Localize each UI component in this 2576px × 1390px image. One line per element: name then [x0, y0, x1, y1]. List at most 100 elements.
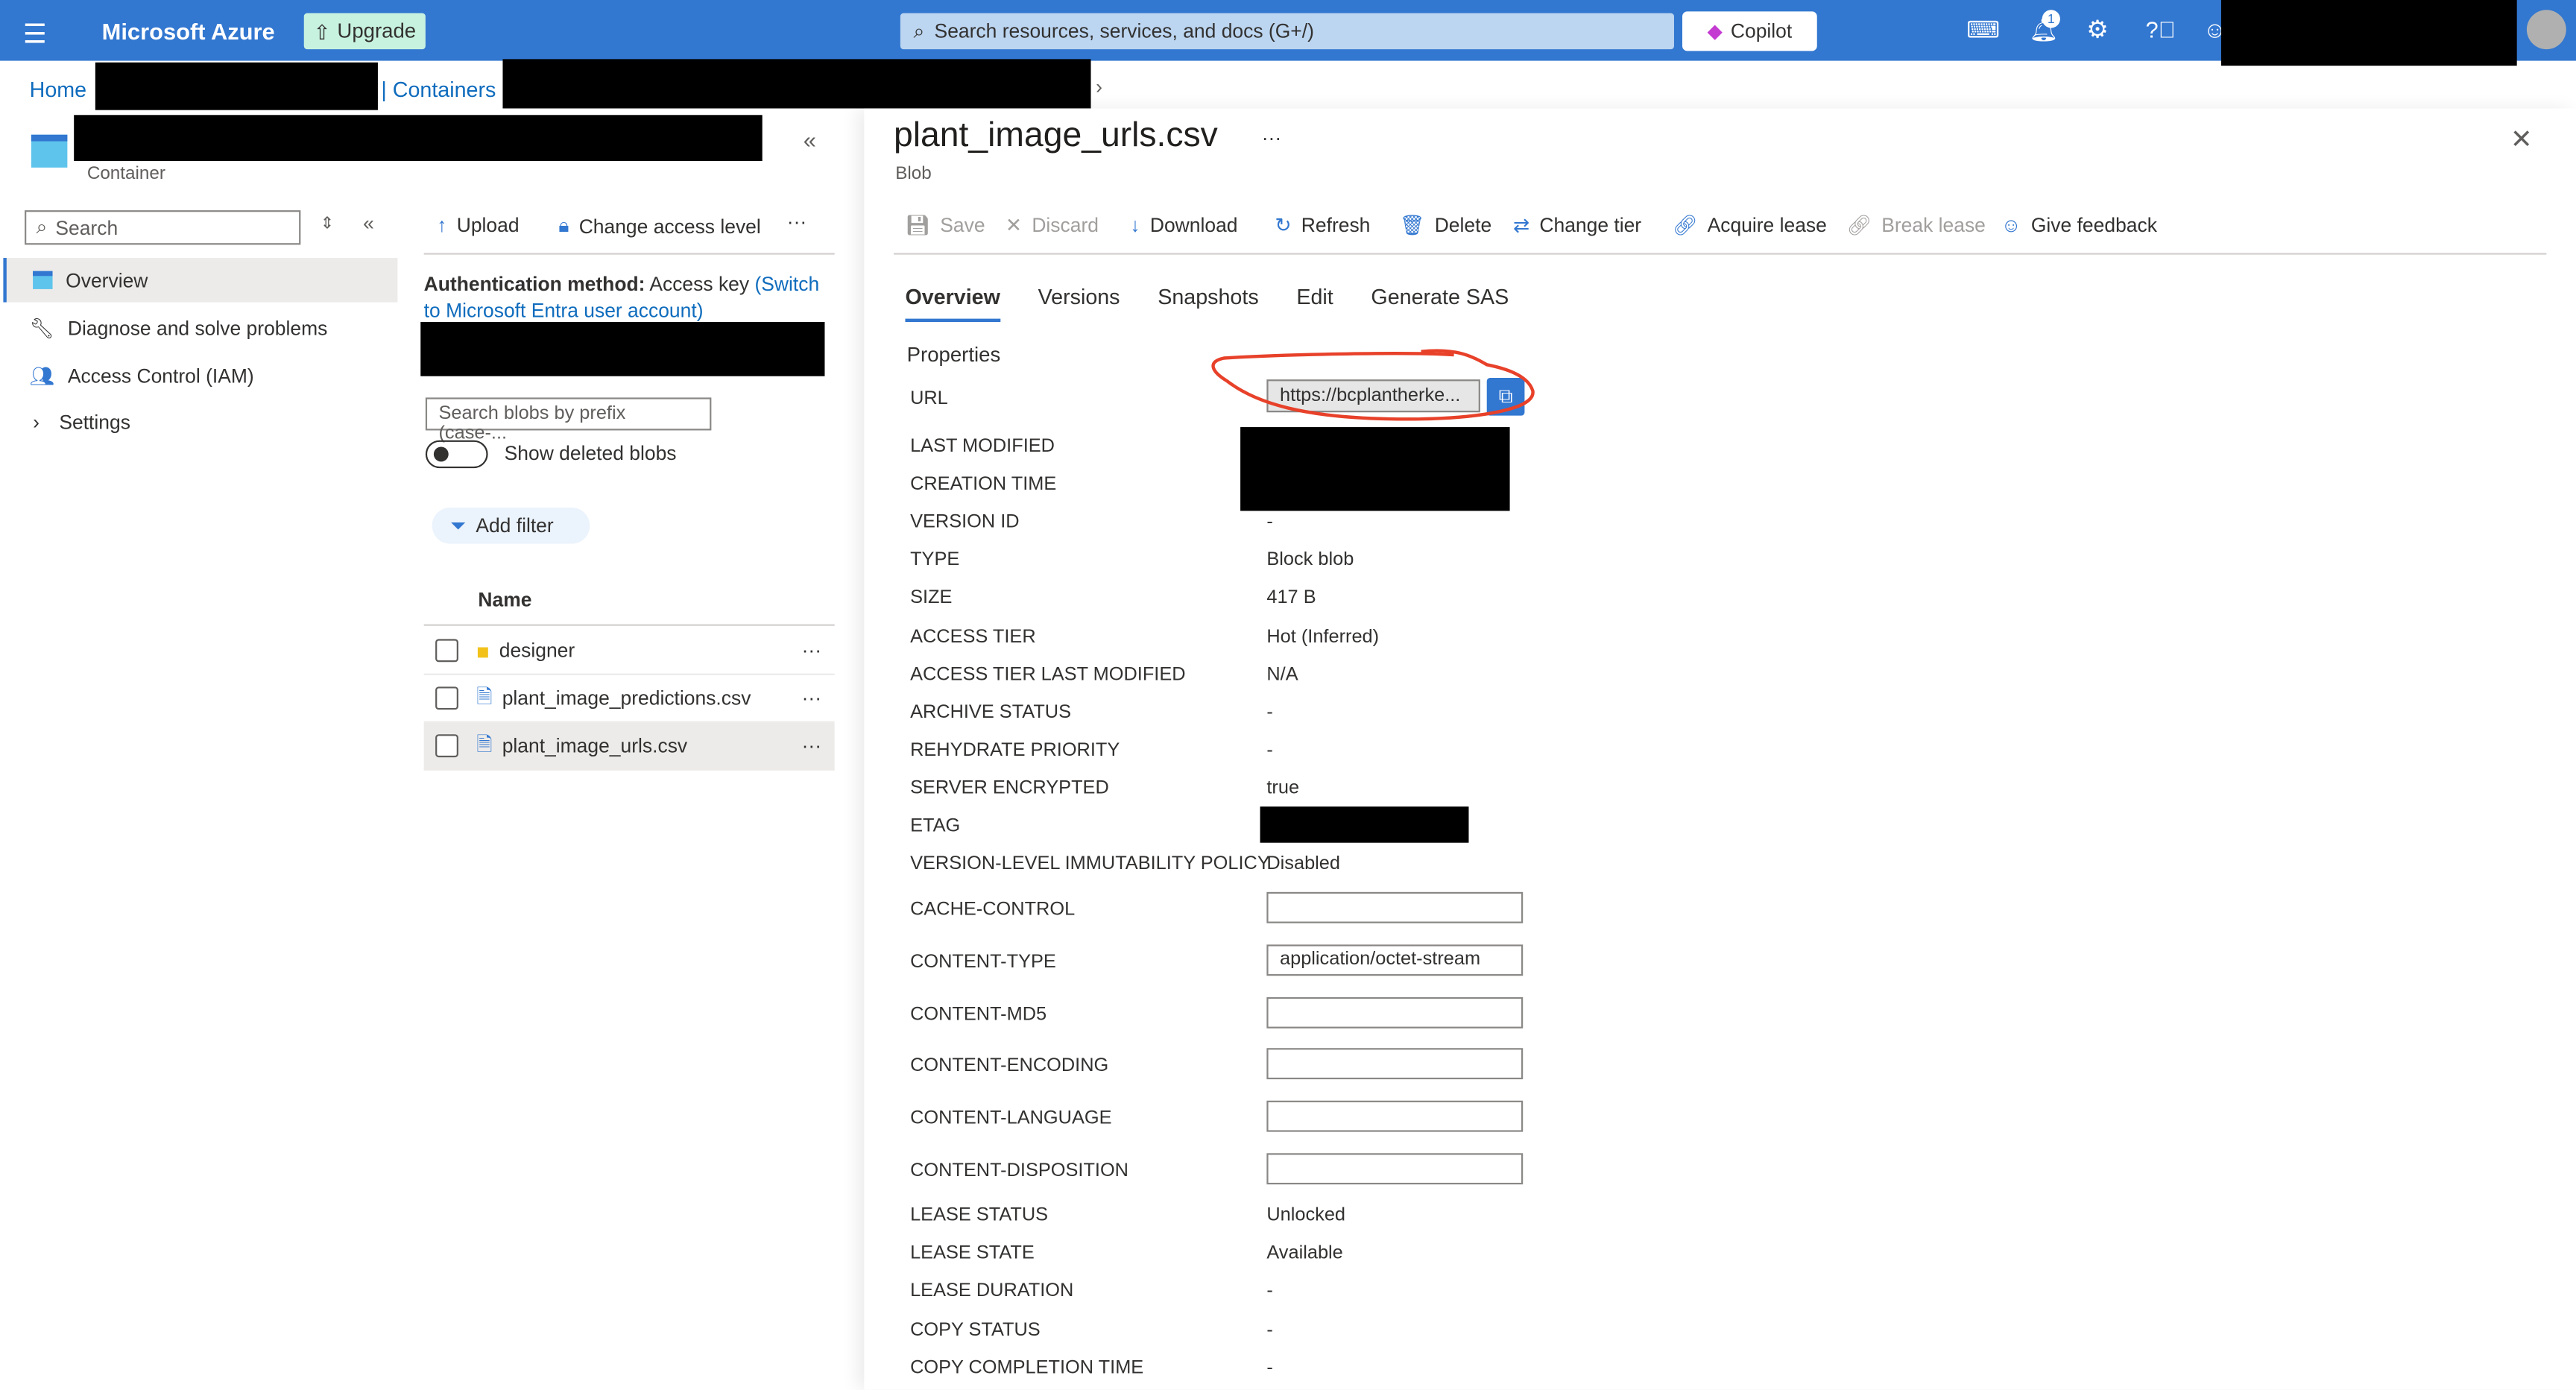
property-input[interactable]: [1266, 1101, 1524, 1133]
change-access-label: Change access level: [578, 214, 761, 238]
change-tier-label: Change tier: [1539, 213, 1642, 237]
change-tier-button[interactable]: ⇄ Change tier: [1513, 214, 1641, 237]
tab-overview[interactable]: Overview: [905, 284, 1000, 323]
cloud-shell-icon[interactable]: ⌨: [1966, 16, 2000, 44]
feedback-button[interactable]: ☺ Give feedback: [2001, 214, 2157, 237]
upload-label: Upload: [456, 213, 520, 237]
blob-search-input[interactable]: Search blobs by prefix (case-...: [425, 397, 712, 443]
gear-icon[interactable]: ⚙: [2086, 15, 2109, 45]
property-label: VERSION-LEVEL IMMUTABILITY POLICY: [910, 854, 1270, 874]
redacted-breadcrumb: [502, 59, 1091, 109]
add-filter-button[interactable]: ⏷ Add filter: [432, 508, 590, 544]
upload-icon: ↑: [437, 213, 447, 237]
more-icon[interactable]: ···: [802, 686, 821, 710]
property-input[interactable]: [1266, 1049, 1524, 1080]
nav-overview[interactable]: Overview: [3, 258, 398, 303]
property-label: LEASE STATE: [910, 1243, 1035, 1264]
checkbox[interactable]: [435, 734, 458, 758]
list-item[interactable]: 🗎 plant_image_predictions.csv ···: [423, 675, 835, 723]
close-icon[interactable]: ✕: [2510, 123, 2533, 156]
checkbox[interactable]: [435, 686, 458, 710]
folder-icon: ■: [476, 638, 490, 663]
sort-icon[interactable]: ⇕: [321, 215, 334, 233]
item-name[interactable]: plant_image_predictions.csv: [502, 686, 751, 710]
property-value: -: [1266, 1358, 1273, 1378]
refresh-button[interactable]: ↻ Refresh: [1275, 214, 1370, 237]
blob-subtitle: Blob: [895, 164, 932, 184]
redacted-account: [2220, 0, 2517, 66]
acquire-lease-button[interactable]: 🔗︎ Acquire lease: [1673, 214, 1827, 237]
global-search-input[interactable]: ⌕ Search resources, services, and docs (G…: [900, 13, 1674, 50]
download-button[interactable]: ↓ Download: [1130, 214, 1237, 237]
column-header-name[interactable]: Name: [478, 588, 531, 611]
breadcrumb-containers[interactable]: | Containers: [381, 78, 496, 102]
redacted-etag: [1260, 806, 1469, 843]
collapse-icon[interactable]: «: [804, 127, 816, 153]
lock-icon: 🔒︎: [558, 213, 569, 237]
show-deleted-toggle[interactable]: [425, 440, 488, 469]
notification-badge: 1: [2042, 10, 2060, 28]
upgrade-button[interactable]: ⇧ Upgrade: [303, 13, 426, 50]
property-label: VERSION ID: [910, 513, 1020, 533]
property-label: COPY STATUS: [910, 1320, 1041, 1340]
property-value: N/A: [1266, 664, 1298, 685]
copilot-button[interactable]: ◆ Copilot: [1682, 11, 1817, 51]
delete-button[interactable]: 🗑︎ Delete: [1400, 214, 1491, 237]
list-item-selected[interactable]: 🗎 plant_image_urls.csv ···: [423, 722, 835, 771]
break-lease-label: Break lease: [1881, 213, 1986, 237]
change-access-button[interactable]: 🔒︎ Change access level: [558, 214, 760, 238]
upload-button[interactable]: ↑ Upload: [437, 214, 519, 237]
item-name[interactable]: plant_image_urls.csv: [502, 734, 687, 757]
break-lease-button[interactable]: 🔗︎ Break lease: [1846, 214, 1985, 237]
more-icon[interactable]: ···: [1262, 127, 1281, 150]
discard-button[interactable]: ✕ Discard: [1006, 214, 1099, 237]
nav-iam[interactable]: 👥︎ Access Control (IAM): [30, 364, 254, 388]
property-label: CACHE-CONTROL: [910, 900, 1076, 920]
more-icon[interactable]: ···: [787, 210, 806, 233]
left-search-input[interactable]: ⌕ Search: [25, 210, 301, 245]
brand[interactable]: Microsoft Azure: [102, 18, 275, 44]
show-deleted-label: Show deleted blobs: [504, 441, 677, 465]
red-annotation-circle: [1211, 349, 1535, 421]
file-icon: 🗎: [476, 684, 493, 707]
tab-generate-sas[interactable]: Generate SAS: [1371, 284, 1509, 322]
property-input[interactable]: application/octet-stream: [1266, 944, 1524, 976]
property-value: -: [1266, 1282, 1273, 1302]
discard-icon: ✕: [1005, 213, 1023, 237]
help-icon[interactable]: ?⃝: [2146, 16, 2176, 42]
item-name[interactable]: designer: [499, 639, 575, 662]
menu-icon[interactable]: ☰: [23, 18, 47, 51]
collapse-menu-icon[interactable]: «: [363, 212, 374, 235]
more-icon[interactable]: ···: [802, 639, 821, 662]
url-label: URL: [910, 389, 948, 409]
breadcrumb-home[interactable]: Home: [30, 78, 86, 102]
refresh-icon: ↻: [1275, 213, 1292, 237]
blob-title: plant_image_urls.csv: [894, 116, 1218, 155]
redacted-info: [420, 322, 825, 376]
property-label: LEASE DURATION: [910, 1282, 1074, 1302]
save-button[interactable]: 💾︎ Save: [905, 214, 985, 237]
list-item[interactable]: ■ designer ···: [423, 628, 835, 675]
checkbox[interactable]: [435, 639, 458, 663]
resource-type: Container: [86, 164, 165, 184]
property-label: CONTENT-ENCODING: [910, 1057, 1109, 1077]
search-icon: ⌕: [913, 19, 925, 42]
more-icon[interactable]: ···: [802, 734, 821, 757]
property-input[interactable]: [1266, 891, 1524, 923]
property-value: -: [1266, 513, 1273, 533]
download-label: Download: [1149, 213, 1238, 237]
broken-link-icon: 🔗︎: [1846, 213, 1872, 237]
property-input[interactable]: [1266, 1153, 1524, 1185]
property-input[interactable]: [1266, 996, 1524, 1028]
avatar[interactable]: [2526, 10, 2566, 50]
chevron-right-icon: ›: [33, 411, 40, 434]
redacted-dates: [1240, 427, 1510, 511]
save-label: Save: [940, 213, 985, 237]
tab-edit[interactable]: Edit: [1296, 284, 1333, 322]
tab-snapshots[interactable]: Snapshots: [1158, 284, 1258, 322]
property-value: Disabled: [1266, 854, 1340, 874]
nav-diagnose[interactable]: 🔧︎ Diagnose and solve problems: [30, 317, 328, 340]
nav-settings[interactable]: › Settings: [33, 411, 130, 434]
tab-versions[interactable]: Versions: [1038, 284, 1120, 322]
properties-heading: Properties: [906, 343, 1001, 367]
